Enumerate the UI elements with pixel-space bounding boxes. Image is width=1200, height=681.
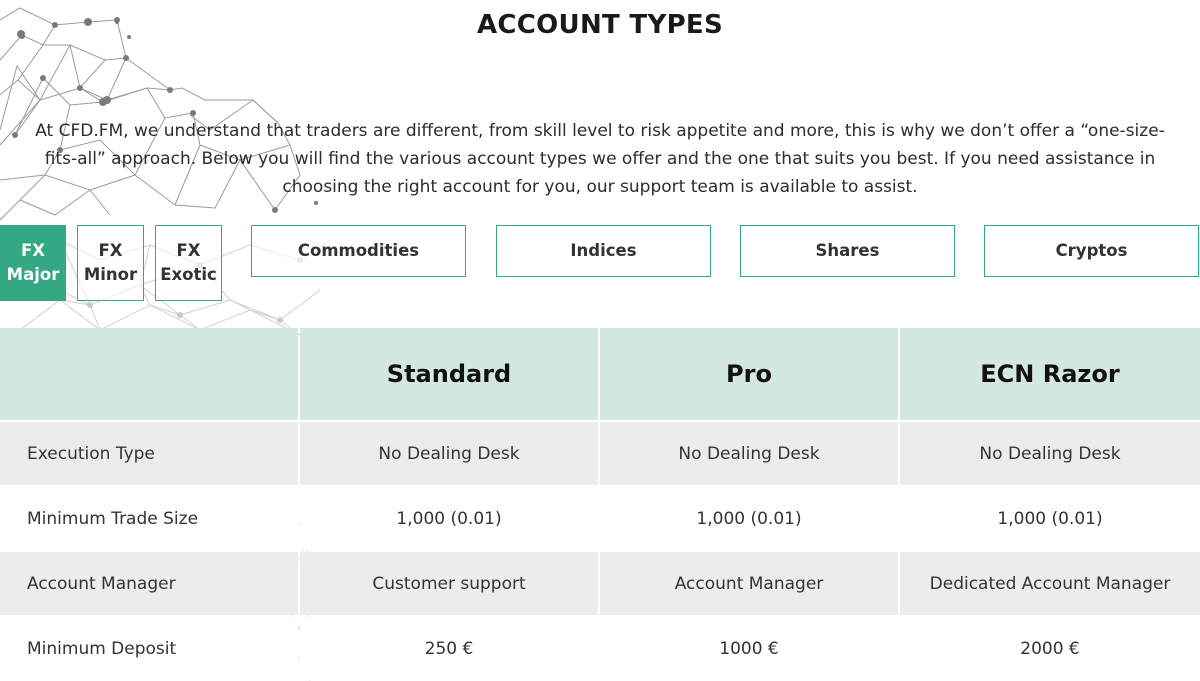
table-cell: No Dealing Desk — [300, 422, 598, 485]
table-cell: No Dealing Desk — [900, 422, 1200, 485]
tab-label-line1: FX — [21, 241, 45, 260]
tab-label-line2: Minor — [83, 265, 138, 284]
tab-fx-exotic[interactable]: FX Exotic — [155, 225, 222, 301]
column-header-empty — [0, 328, 298, 420]
table-cell: 1,000 (0.01) — [600, 487, 898, 550]
row-label-minimum-deposit: Minimum Deposit — [0, 617, 298, 680]
tab-fx-minor[interactable]: FX Minor — [77, 225, 144, 301]
tab-label-line2: Major — [6, 265, 60, 284]
table-cell: 1,000 (0.01) — [900, 487, 1200, 550]
row-label-execution-type: Execution Type — [0, 422, 298, 485]
intro-paragraph: At CFD.FM, we understand that traders ar… — [35, 121, 1165, 197]
row-label-account-manager: Account Manager — [0, 552, 298, 615]
tab-cryptos[interactable]: Cryptos — [984, 225, 1199, 277]
column-header-standard: Standard — [300, 328, 598, 420]
tab-label-line2: Exotic — [160, 265, 217, 284]
table-cell: No Dealing Desk — [600, 422, 898, 485]
column-header-pro: Pro — [600, 328, 898, 420]
row-label-minimum-trade-size: Minimum Trade Size — [0, 487, 298, 550]
tab-shares[interactable]: Shares — [740, 225, 955, 277]
table-cell: Dedicated Account Manager — [900, 552, 1200, 615]
column-header-ecn-razor: ECN Razor — [900, 328, 1200, 420]
table-cell: Account Manager — [600, 552, 898, 615]
table-cell: Customer support — [300, 552, 598, 615]
table-cell: 1,000 (0.01) — [300, 487, 598, 550]
table-cell: 2000 € — [900, 617, 1200, 680]
account-types-table: Standard Pro ECN Razor Execution Type No… — [0, 328, 1200, 680]
page-title: ACCOUNT TYPES — [476, 10, 724, 40]
tab-label-line1: FX — [98, 241, 123, 260]
table-cell: 1000 € — [600, 617, 898, 680]
tab-commodities[interactable]: Commodities — [251, 225, 466, 277]
table-cell: 250 € — [300, 617, 598, 680]
tab-fx-major[interactable]: FX Major — [0, 225, 66, 301]
tab-indices[interactable]: Indices — [496, 225, 711, 277]
tab-label-line1: FX — [176, 241, 201, 260]
